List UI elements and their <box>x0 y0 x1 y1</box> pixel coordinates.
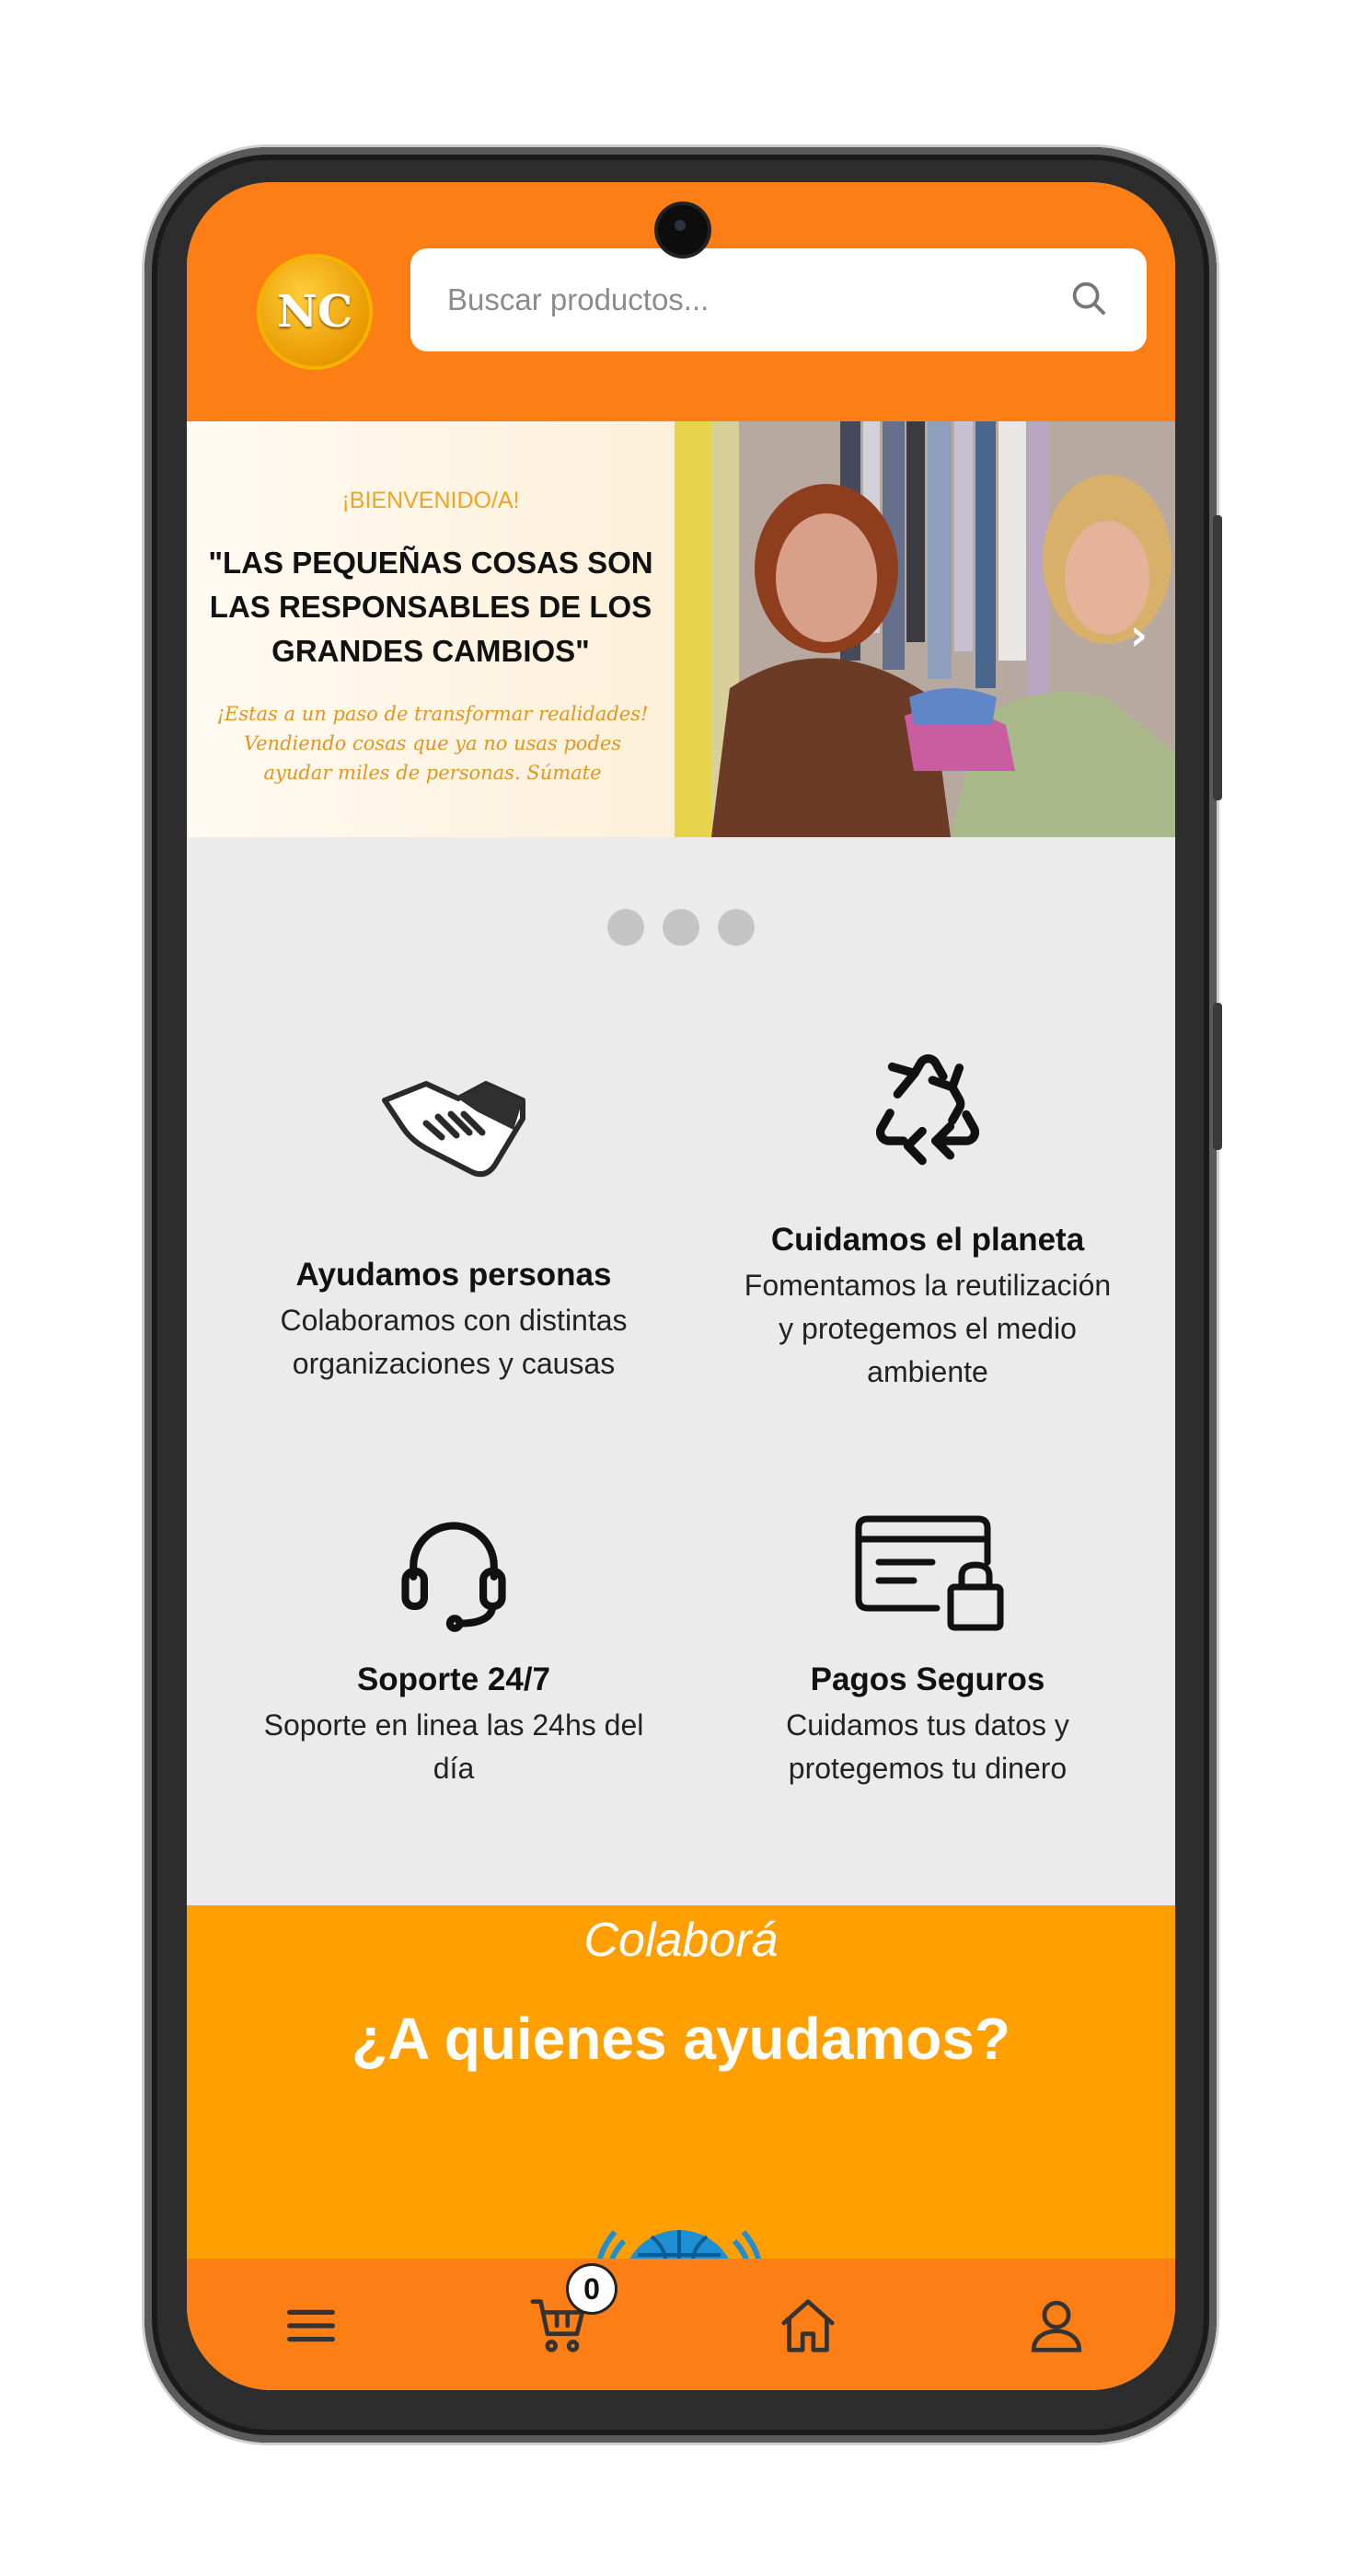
carousel-next-button[interactable]: › <box>1130 610 1148 660</box>
home-icon[interactable] <box>776 2294 840 2358</box>
banner-subtitle: ¡Estas a un paso de transformar realidad… <box>216 703 649 784</box>
logo-text: NC <box>276 286 353 338</box>
collab-title: ¿A quienes ayudamos? <box>352 2006 1010 2072</box>
user-icon[interactable] <box>1024 2294 1089 2358</box>
search-bar[interactable]: Buscar productos... <box>410 248 1147 351</box>
feature-card: Ayudamos personas Colaboramos con distin… <box>224 1064 684 1386</box>
feature-card: Soporte 24/7 Soporte en linea las 24hs d… <box>224 1507 684 1790</box>
banner-text-panel: ¡BIENVENIDO/A! "LAS PEQUEÑAS COSAS SON L… <box>187 421 675 837</box>
banner-quote: "LAS PEQUEÑAS COSAS SON LAS RESPONSABLES… <box>208 546 653 668</box>
power-button <box>1213 1003 1222 1150</box>
feature-title: Cuidamos el planeta <box>770 1222 1085 1258</box>
front-camera <box>658 205 708 255</box>
feature-title: Soporte 24/7 <box>356 1662 551 1697</box>
feature-title: Ayudamos personas <box>295 1257 612 1293</box>
feature-description: Soporte en linea las 24hs del día <box>263 1708 644 1785</box>
cart-count-badge: 0 <box>569 2266 615 2312</box>
volume-button <box>1213 515 1222 800</box>
headset-icon <box>389 1507 518 1636</box>
menu-icon[interactable] <box>279 2294 343 2358</box>
feature-card: Pagos Seguros Cuidamos tus datos y prote… <box>698 1512 1158 1790</box>
banner-kicker: ¡BIENVENIDO/A! <box>341 488 520 513</box>
feature-card: Cuidamos el planeta Fomentamos la reutil… <box>698 1047 1158 1394</box>
feature-title: Pagos Seguros <box>810 1662 1045 1697</box>
brand-logo[interactable]: NC <box>260 258 369 366</box>
collab-kicker: Colaborá <box>583 1914 779 1967</box>
bottom-nav <box>187 2259 1175 2390</box>
carousel-dots <box>187 909 1175 946</box>
recycle-icon <box>863 1047 992 1176</box>
carousel-dot[interactable] <box>607 909 644 946</box>
feature-description: Fomentamos la reutilización y protegemos… <box>744 1269 1112 1388</box>
feature-description: Colaboramos con distintas organizaciones… <box>280 1304 628 1380</box>
hero-carousel[interactable]: ¡BIENVENIDO/A! "LAS PEQUEÑAS COSAS SON L… <box>187 421 1175 837</box>
secure-card-icon <box>849 1512 1006 1636</box>
carousel-dot[interactable] <box>718 909 755 946</box>
feature-description: Cuidamos tus datos y protegemos tu diner… <box>786 1708 1069 1785</box>
app-screen: NC Buscar productos... ¡BIENVENIDO/A! "L… <box>187 182 1175 2390</box>
collab-section: Colaborá ¿A quienes ayudamos? <box>187 1905 1175 2344</box>
search-icon[interactable] <box>1068 277 1110 323</box>
carousel-dot[interactable] <box>663 909 699 946</box>
banner-photo: › <box>675 421 1175 837</box>
search-input[interactable]: Buscar productos... <box>447 282 1068 317</box>
handshake-icon <box>375 1064 532 1188</box>
